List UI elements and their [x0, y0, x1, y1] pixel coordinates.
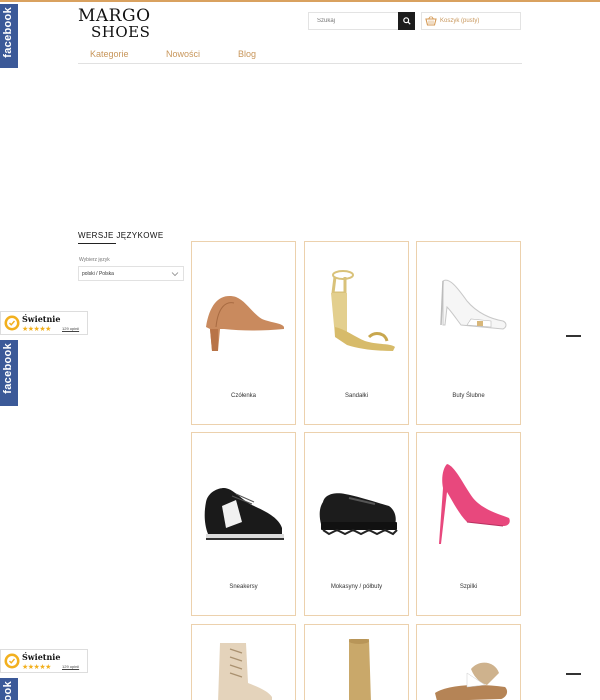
chevron-down-icon	[171, 272, 179, 277]
facebook-side-tab[interactable]: facebook	[0, 4, 18, 68]
product-name: Mokasyny / półbuty	[330, 584, 383, 590]
side-widget-handle[interactable]	[566, 335, 581, 337]
review-title: Świetnie	[22, 314, 61, 324]
nav-item-blog[interactable]: Blog	[238, 49, 256, 59]
product-card-flat-sandals[interactable]	[416, 624, 521, 700]
product-card-sneakersy[interactable]: Sneakersy	[191, 432, 296, 616]
nav-item-nowosci[interactable]: Nowości	[166, 49, 200, 59]
product-card-sandalki[interactable]: Sandałki	[304, 241, 409, 425]
review-title: Świetnie	[22, 652, 61, 662]
language-label: Wybierz język	[79, 257, 110, 263]
search-input[interactable]	[309, 13, 397, 29]
review-count-link[interactable]: 129 opinii	[62, 326, 79, 331]
lace-up-boot-image	[218, 643, 272, 700]
product-card-mokasyny[interactable]: Mokasyny / półbuty	[304, 432, 409, 616]
pump-shoe-image	[206, 296, 284, 351]
facebook-side-tab[interactable]: facebook	[0, 678, 18, 700]
product-name: Szpilki	[459, 584, 478, 590]
stiletto-image	[439, 464, 510, 544]
nav-item-kategorie[interactable]: Kategorie	[90, 49, 129, 59]
language-select[interactable]: polski / Polska	[78, 266, 184, 281]
search-button[interactable]	[398, 12, 415, 30]
product-card-buty-slubne[interactable]: Buty Ślubne	[416, 241, 521, 425]
product-card-szpilki[interactable]: Szpilki	[416, 432, 521, 616]
top-accent-bar	[0, 0, 600, 2]
search-icon	[402, 17, 411, 25]
main-nav: Kategorie Nowości Blog	[78, 45, 522, 64]
review-badge[interactable]: Świetnie ★★★★★ 129 opinii	[0, 649, 88, 673]
rating-seal-icon	[4, 315, 20, 331]
search-box	[308, 12, 415, 30]
bridal-shoe-image	[440, 279, 507, 330]
product-name: Sandałki	[344, 393, 368, 399]
product-name: Czółenka	[230, 393, 256, 399]
review-count-link[interactable]: 129 opinii	[62, 664, 79, 669]
side-widget-handle[interactable]	[566, 673, 581, 675]
gold-sandal-image	[331, 270, 395, 351]
product-name: Sneakersy	[229, 584, 258, 590]
basket-icon	[425, 16, 437, 26]
language-versions-heading: WERSJE JĘZYKOWE	[78, 231, 164, 240]
margo-shoes-logo[interactable]: MARGO SHOES	[78, 6, 158, 41]
facebook-side-tab[interactable]: facebook	[0, 340, 18, 406]
heading-underline	[78, 243, 116, 244]
facebook-label: facebook	[2, 7, 14, 58]
facebook-label: facebook	[2, 681, 14, 700]
logo-text-line2: SHOES	[91, 23, 151, 41]
cart-label: Koszyk (pusty)	[440, 18, 480, 24]
flat-sandal-image	[435, 662, 508, 700]
product-name: Buty Ślubne	[452, 393, 485, 399]
loafer-image	[319, 493, 398, 536]
product-card-czolenka[interactable]: Czółenka	[191, 241, 296, 425]
tall-boot-image	[349, 639, 371, 700]
language-select-value: polski / Polska	[82, 270, 114, 277]
cart-button[interactable]: Koszyk (pusty)	[421, 12, 521, 30]
review-stars: ★★★★★	[22, 664, 51, 671]
product-card-boots[interactable]	[191, 624, 296, 700]
facebook-label: facebook	[2, 343, 14, 394]
rating-seal-icon	[4, 653, 20, 669]
review-badge[interactable]: Świetnie ★★★★★ 129 opinii	[0, 311, 88, 335]
product-card-tall-boots[interactable]	[304, 624, 409, 700]
review-stars: ★★★★★	[22, 326, 51, 333]
sneaker-image	[204, 488, 284, 540]
